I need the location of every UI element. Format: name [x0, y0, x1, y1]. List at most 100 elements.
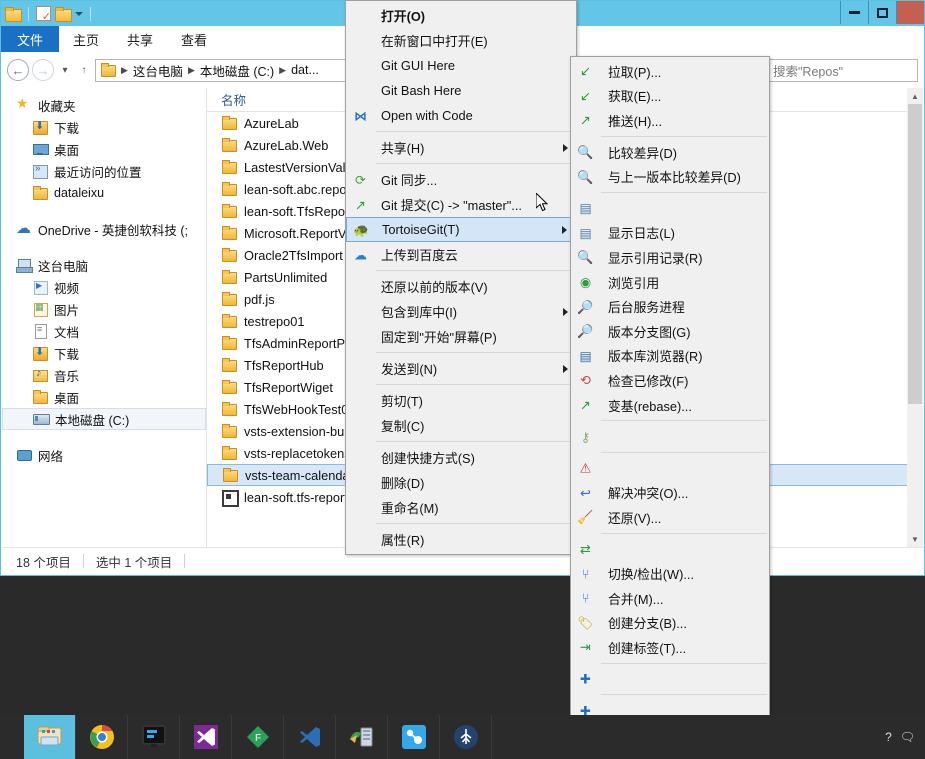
menu-item-open-with-code[interactable]: ⋈ Open with Code — [346, 103, 576, 128]
add-icon: ✚ — [580, 671, 591, 687]
nav-downloads-2[interactable]: 下载 — [2, 342, 206, 364]
tray-help-icon[interactable]: ? — [885, 730, 892, 744]
taskbar-fiddler[interactable]: F — [232, 715, 284, 759]
tab-home[interactable]: 主页 — [59, 26, 113, 52]
git-sync-icon: ⟳ — [355, 172, 366, 187]
submenu-item-create-branch[interactable]: ⑂ 合并(M)... — [571, 586, 769, 611]
menu-item-properties[interactable]: 属性(R) — [346, 527, 576, 552]
menu-item-git-sync[interactable]: ⟳ Git 同步... — [346, 167, 576, 192]
maximize-button[interactable] — [868, 1, 896, 24]
nav-this-pc[interactable]: 这台电脑 — [2, 254, 206, 276]
submenu-item-diff[interactable]: 🔍 比较差异(D) — [571, 140, 769, 165]
tab-share[interactable]: 共享 — [113, 26, 167, 52]
taskbar-visual-studio[interactable] — [180, 715, 232, 759]
nav-videos[interactable]: 视频 — [2, 276, 206, 298]
submenu-item-stash-save[interactable]: ↗ 变基(rebase)... — [571, 393, 769, 418]
nav-music[interactable]: 音乐 — [2, 364, 206, 386]
submenu-item-rebase[interactable]: ⟲ 检查已修改(F) — [571, 368, 769, 393]
menu-item-git-commit[interactable]: ↗ Git 提交(C) -> "master"... — [346, 192, 576, 217]
nav-onedrive[interactable]: OneDrive - 英捷创软科技 (; — [2, 218, 206, 240]
vertical-scrollbar[interactable]: ▲ ▼ — [907, 88, 923, 547]
blank-icon — [352, 449, 369, 466]
tray-notification-icon[interactable]: 🗨 — [900, 730, 915, 744]
new-folder-icon[interactable] — [55, 6, 72, 22]
scroll-up-icon[interactable]: ▲ — [907, 88, 923, 104]
nav-dataleixu[interactable]: dataleixu — [2, 182, 206, 204]
scroll-down-icon[interactable]: ▼ — [907, 531, 923, 547]
taskbar-sourcetree[interactable] — [440, 715, 492, 759]
submenu-item-pull[interactable]: ↙ 拉取(P)... — [571, 59, 769, 84]
nav-favorites[interactable]: 收藏夹 — [2, 94, 206, 116]
submenu-item-repo-browser[interactable]: 🔎 版本分支图(G) — [571, 319, 769, 344]
taskbar-onedrive-app[interactable] — [388, 715, 440, 759]
menu-item-baidu-upload[interactable]: ☁ 上传到百度云 — [346, 242, 576, 267]
up-button[interactable]: ↑ — [76, 59, 92, 81]
submenu-item-revert[interactable]: ↩ 解决冲突(O)... — [571, 481, 769, 506]
breadcrumb-this-pc[interactable]: 这台电脑 — [133, 61, 183, 80]
nav-downloads[interactable]: 下载 — [2, 116, 206, 138]
menu-item-copy[interactable]: 复制(C) — [346, 413, 576, 438]
back-button[interactable]: ← — [7, 59, 29, 81]
taskbar-file-explorer[interactable] — [24, 715, 76, 759]
submenu-item-add[interactable]: ✚ — [571, 667, 769, 692]
nav-documents[interactable]: 文档 — [2, 320, 206, 342]
search-input[interactable]: 搜索"Repos" — [768, 58, 918, 82]
start-area[interactable] — [0, 715, 24, 759]
submenu-item-push[interactable]: ↗ 推送(H)... — [571, 108, 769, 133]
submenu-item-daemon[interactable]: ◉ 浏览引用 — [571, 270, 769, 295]
submenu-item-diff-previous[interactable]: 🔍 与上一版本比较差异(D) — [571, 164, 769, 189]
submenu-item-switch-checkout[interactable]: ⇄ — [571, 537, 769, 562]
tab-view[interactable]: 查看 — [167, 26, 221, 52]
submenu-item-show-log[interactable]: ▤ — [571, 196, 769, 221]
menu-item-send-to[interactable]: 发送到(N) — [346, 356, 576, 381]
nav-recent-places[interactable]: 最近访问的位置 — [2, 160, 206, 182]
breadcrumb-local-disk[interactable]: 本地磁盘 (C:) — [200, 61, 274, 80]
menu-item-pin-to-start[interactable]: 固定到"开始"屏幕(P) — [346, 324, 576, 349]
menu-item-share[interactable]: 共享(H) — [346, 135, 576, 160]
forward-button[interactable]: → — [32, 59, 54, 81]
menu-item-rename[interactable]: 重命名(M) — [346, 495, 576, 520]
submenu-item-fetch[interactable]: ↙ 获取(E)... — [571, 84, 769, 109]
breadcrumb-data[interactable]: dat... — [291, 63, 319, 77]
tab-file[interactable]: 文件 — [1, 26, 60, 52]
minimize-button[interactable] — [840, 1, 868, 24]
submenu-item-merge[interactable]: ⑂ 切换/检出(W)... — [571, 561, 769, 586]
folder-icon[interactable] — [5, 6, 22, 22]
menu-separator — [601, 662, 767, 664]
menu-item-tortoisegit[interactable]: 🐢 TortoiseGit(T) — [346, 217, 576, 242]
close-button[interactable] — [896, 1, 924, 24]
menu-item-git-bash-here[interactable]: Git Bash Here — [346, 78, 576, 103]
menu-item-include-in-library[interactable]: 包含到库中(I) — [346, 299, 576, 324]
scrollbar-thumb[interactable] — [908, 104, 922, 404]
taskbar-server-manager[interactable] — [336, 715, 388, 759]
customize-dropdown-icon[interactable] — [75, 11, 83, 16]
nav-desktop[interactable]: 桌面 — [2, 138, 206, 160]
taskbar-chrome[interactable] — [76, 715, 128, 759]
submenu-item-create-tag[interactable]: 🏷 创建分支(B)... — [571, 610, 769, 635]
menu-item-delete[interactable]: 删除(D) — [346, 470, 576, 495]
menu-item-open-new-window[interactable]: 在新窗口中打开(E) — [346, 28, 576, 53]
menu-item-create-shortcut[interactable]: 创建快捷方式(S) — [346, 445, 576, 470]
properties-icon[interactable] — [36, 6, 51, 23]
nav-local-disk-c[interactable]: 本地磁盘 (C:) — [2, 408, 206, 430]
submenu-item-check-modifications[interactable]: ▤ 版本库浏览器(R) — [571, 344, 769, 369]
recent-locations-icon[interactable]: ▾ — [57, 59, 73, 81]
submenu-item-bisect-start[interactable]: ⚷ — [571, 424, 769, 449]
submenu-item-resolve[interactable]: ⚠ — [571, 456, 769, 481]
submenu-item-export[interactable]: ⇥ 创建标签(T)... — [571, 635, 769, 660]
taskbar-vs-code[interactable] — [284, 715, 336, 759]
nav-network[interactable]: 网络 — [2, 444, 206, 466]
nav-pictures[interactable]: 图片 — [2, 298, 206, 320]
submenu-item-cleanup[interactable]: 🧹 还原(V)... — [571, 505, 769, 530]
taskbar-terminal[interactable] — [128, 715, 180, 759]
nav-desktop-2[interactable]: 桌面 — [2, 386, 206, 408]
menu-item-open[interactable]: 打开(O) — [346, 3, 576, 28]
menu-item-cut[interactable]: 剪切(T) — [346, 388, 576, 413]
menu-item-git-gui-here[interactable]: Git GUI Here — [346, 53, 576, 78]
submenu-item-browse-refs[interactable]: 🔍 显示引用记录(R) — [571, 245, 769, 270]
menu-label: 剪切(T) — [381, 394, 423, 409]
submenu-item-revision-graph[interactable]: 🔎 后台服务进程 — [571, 294, 769, 319]
divider — [90, 6, 91, 21]
menu-item-restore-previous-versions[interactable]: 还原以前的版本(V) — [346, 274, 576, 299]
submenu-item-show-reflog[interactable]: ▤ 显示日志(L) — [571, 221, 769, 246]
